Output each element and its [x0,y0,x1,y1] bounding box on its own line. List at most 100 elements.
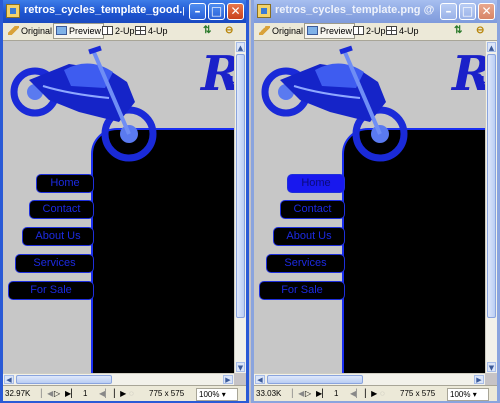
last-frame-icon[interactable]: ▶▏ [65,388,77,399]
nav-button-for-sale[interactable]: For Sale [8,281,94,300]
four-up-icon [386,26,397,35]
scroll-thumb[interactable] [16,375,112,384]
image-dimensions: 775 x 575 [149,389,185,398]
close-button[interactable]: ✕ [227,3,244,20]
status-bar: 32.97K ▏◀ ▷ ▶▏ 1 ◀▏ ▏▶ ◌ 775 x 575 100% … [3,385,246,401]
preview-view-button[interactable]: Preview [304,23,356,39]
preview-canvas: R 1. Home Contact About Us Services For … [3,41,234,373]
preview-icon [307,26,318,35]
pencil-icon [259,26,270,35]
four-up-label: 4-Up [148,26,168,36]
window-title: retros_cycles_template_good.png @ 100... [24,4,184,16]
scroll-up-icon[interactable]: ▲ [236,42,245,52]
two-up-label: 2-Up [115,26,135,36]
preview-toolbar: Original Preview 2-Up 4-Up ⇅ ⊖ [254,23,497,41]
scroll-thumb[interactable] [267,375,363,384]
maximize-button[interactable]: □ [208,3,225,20]
document-window-left: retros_cycles_template_good.png @ 100...… [0,0,249,403]
two-up-icon [353,26,364,35]
nav-button-contact[interactable]: Contact [29,200,94,219]
motorcycle-image [261,45,408,162]
zoom-value: 100% [450,390,471,399]
preview-toolbar: Original Preview 2-Up 4-Up ⇅ ⊖ [3,23,246,41]
nav-button-services[interactable]: Services [15,254,94,273]
zoom-select[interactable]: 100% ▾ [196,388,238,401]
prev-frame-icon[interactable]: ◀▏ [99,388,111,399]
four-up-label: 4-Up [399,26,419,36]
two-up-label: 2-Up [366,26,386,36]
preview-canvas: R 1. Home Contact About Us Services For … [254,41,485,373]
title-bar[interactable]: retros_cycles_template_good.png @ 100...… [3,0,246,23]
scroll-left-icon[interactable]: ◀ [4,375,14,384]
export-icon[interactable]: ⇅ [452,24,464,38]
preview-label: Preview [320,26,353,36]
minimize-button[interactable]: – [189,3,206,20]
zoom-value: 100% [199,390,220,399]
zoom-select[interactable]: 100% ▾ [447,388,489,401]
nav-button-about-us[interactable]: About Us [273,227,345,246]
nav-button-home[interactable]: Home [287,174,345,193]
preview-in-browser-icon[interactable]: ⊖ [474,24,486,38]
vertical-scrollbar[interactable]: ▲ ▼ [234,41,246,373]
prev-frame-icon[interactable]: ◀▏ [350,388,362,399]
preview-in-browser-icon[interactable]: ⊖ [223,24,235,38]
title-bar[interactable]: retros_cycles_template.png @ 100% in S..… [254,0,497,23]
loop-icon[interactable]: ◌ [129,388,134,399]
first-frame-icon[interactable]: ▏◀ [41,388,53,399]
horizontal-scrollbar[interactable]: ◀ ▶ [3,373,234,385]
scroll-down-icon[interactable]: ▼ [236,362,245,372]
document-icon [257,4,271,18]
file-size: 33.03K [256,389,282,398]
site-logo: R [201,46,234,102]
preview-view-button[interactable]: Preview [53,23,105,39]
document-icon [6,4,20,18]
two-up-view-button[interactable]: 2-Up [351,24,388,38]
scroll-right-icon[interactable]: ▶ [474,375,484,384]
next-frame-icon[interactable]: ▏▶ [365,388,377,399]
horizontal-scrollbar[interactable]: ◀ ▶ [254,373,485,385]
original-view-button[interactable]: Original [257,24,305,38]
play-icon[interactable]: ▷ [54,388,60,399]
first-frame-icon[interactable]: ▏◀ [292,388,304,399]
maximize-button[interactable]: □ [459,3,476,20]
close-button[interactable]: ✕ [478,3,495,20]
frame-number: 1 [83,389,88,398]
window-title: retros_cycles_template.png @ 100% in S..… [275,4,435,16]
pencil-icon [8,26,19,35]
image-dimensions: 775 x 575 [400,389,436,398]
file-size: 32.97K [5,389,31,398]
nav-button-for-sale[interactable]: For Sale [259,281,345,300]
preview-icon [56,26,67,35]
nav-button-home[interactable]: Home [36,174,94,193]
four-up-view-button[interactable]: 4-Up [133,24,170,38]
four-up-icon [135,26,146,35]
four-up-view-button[interactable]: 4-Up [384,24,421,38]
document-window-right: retros_cycles_template.png @ 100% in S..… [251,0,500,403]
site-logo: R [452,46,485,102]
export-icon[interactable]: ⇅ [201,24,213,38]
preview-label: Preview [69,26,102,36]
frame-number: 1 [334,389,339,398]
original-view-button[interactable]: Original [6,24,54,38]
original-label: Original [21,26,53,36]
scroll-thumb[interactable] [236,54,245,318]
two-up-view-button[interactable]: 2-Up [100,24,137,38]
vertical-scrollbar[interactable]: ▲ ▼ [485,41,497,373]
loop-icon[interactable]: ◌ [380,388,385,399]
motorcycle-image [10,45,157,162]
original-label: Original [272,26,304,36]
scroll-right-icon[interactable]: ▶ [223,375,233,384]
status-bar: 33.03K ▏◀ ▷ ▶▏ 1 ◀▏ ▏▶ ◌ 775 x 575 100% … [254,385,497,401]
next-frame-icon[interactable]: ▏▶ [114,388,126,399]
nav-button-services[interactable]: Services [266,254,345,273]
scroll-left-icon[interactable]: ◀ [255,375,265,384]
play-icon[interactable]: ▷ [305,388,311,399]
scroll-thumb[interactable] [487,54,496,318]
two-up-icon [102,26,113,35]
minimize-button[interactable]: – [440,3,457,20]
nav-button-about-us[interactable]: About Us [22,227,94,246]
last-frame-icon[interactable]: ▶▏ [316,388,328,399]
scroll-up-icon[interactable]: ▲ [487,42,496,52]
nav-button-contact[interactable]: Contact [280,200,345,219]
scroll-down-icon[interactable]: ▼ [487,362,496,372]
